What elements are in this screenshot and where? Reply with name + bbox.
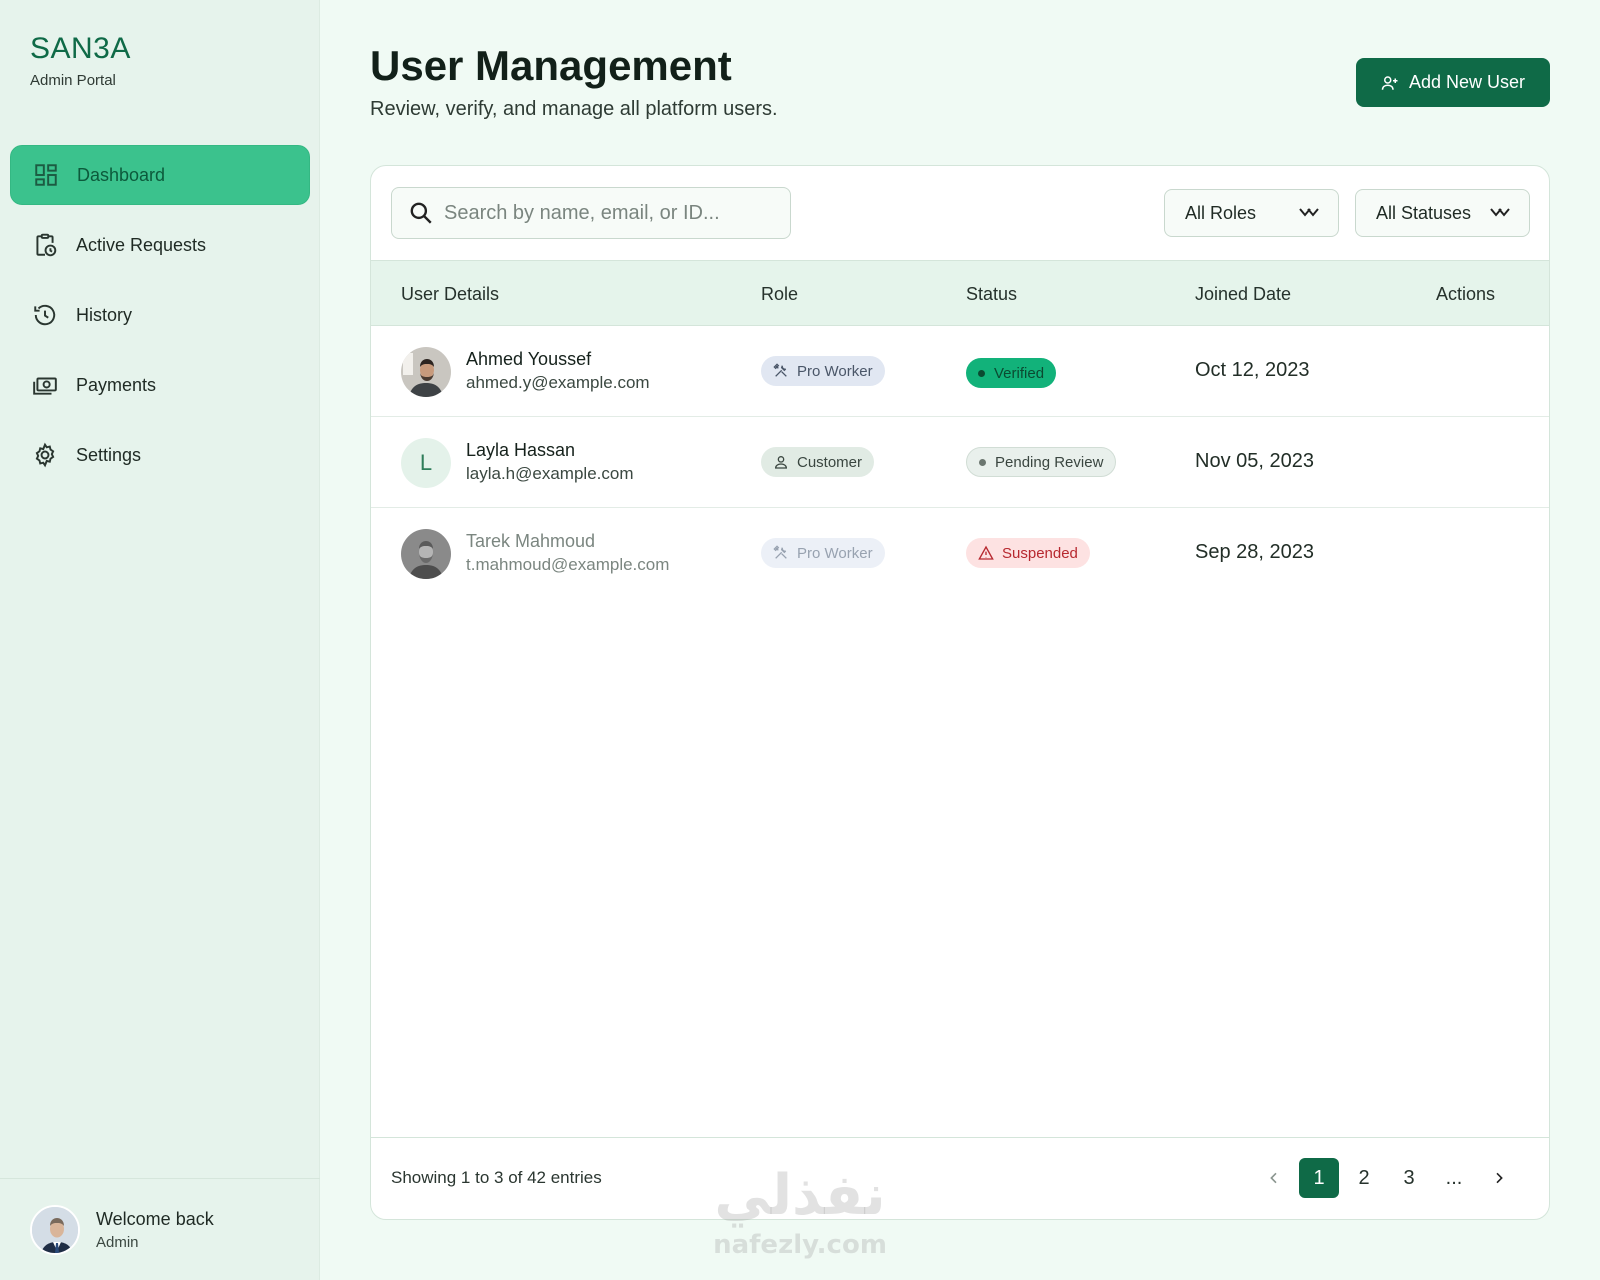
column-status: Status [966,284,1018,304]
user-icon [774,456,788,469]
chevron-down-icon [1490,208,1510,217]
status-badge: Verified [966,358,1057,388]
sidebar-item-label: Payments [76,374,157,395]
role-filter-value: All Roles [1185,202,1257,223]
user-email: ahmed.y@example.com [466,373,650,392]
status-filter-value: All Statuses [1376,202,1472,223]
watermark-latin: nafezly.com [713,1230,887,1260]
user-avatar [401,529,451,579]
pagination: 1 2 3 ... [1249,1158,1519,1198]
role-badge: Pro Worker [761,356,885,386]
users-card: All Roles All Statuses User Details Role… [370,165,1550,1220]
page-title: User Management [370,42,732,89]
joined-date: Oct 12, 2023 [1195,359,1310,381]
column-actions: Actions [1436,284,1496,304]
table-row[interactable]: Tarek Mahmoud t.mahmoud@example.com Pro … [371,508,1549,599]
user-avatar [401,347,451,397]
sidebar: SAN3A Admin Portal Dashboard Active Requ… [0,0,320,1280]
user-name: Ahmed Youssef [466,349,592,369]
clipboard-clock-icon [36,233,57,257]
user-name: Tarek Mahmoud [466,531,596,551]
sidebar-item-label: Settings [76,444,142,465]
gear-icon [35,442,55,468]
chevron-down-icon [1299,208,1319,217]
sidebar-item-label: Dashboard [77,164,166,185]
sidebar-footer: Welcome back Admin [0,1178,320,1280]
tools-icon [773,545,787,559]
welcome-text: Welcome back [96,1208,214,1229]
status-badge: Suspended [966,538,1090,568]
page-button-2[interactable]: 2 [1344,1158,1384,1198]
user-email: layla.h@example.com [466,464,634,483]
sidebar-item-active-requests[interactable]: Active Requests [10,215,310,275]
status-label: Verified [994,364,1045,382]
joined-date: Sep 28, 2023 [1195,541,1314,563]
role-badge: Customer [761,447,875,477]
sidebar-item-history[interactable]: History [10,285,310,345]
search-icon [410,202,432,224]
page-ellipsis: ... [1445,1166,1463,1189]
table-row[interactable]: L Layla Hassan layla.h@example.com Custo… [371,417,1549,508]
sidebar-item-payments[interactable]: Payments [10,355,310,415]
status-label: Suspended [1002,544,1078,562]
search-input[interactable] [444,201,774,225]
add-new-user-button[interactable]: Add New User [1356,58,1550,107]
chevron-right-icon [1496,1172,1503,1184]
role-label: Pro Worker [797,362,873,380]
page-subtitle: Review, verify, and manage all platform … [370,98,778,120]
warning-icon [978,545,994,560]
table-row[interactable]: Ahmed Youssef ahmed.y@example.com Pro Wo… [371,326,1549,417]
status-badge: Pending Review [966,447,1117,477]
table-header: User Details Role Status Joined Date Act… [371,260,1549,326]
brand: SAN3A Admin Portal [30,32,131,89]
role-label: Pro Worker [797,544,873,562]
admin-avatar[interactable] [30,1204,80,1255]
tools-icon [773,363,787,377]
search-box[interactable] [391,187,791,239]
history-icon [34,304,56,326]
add-user-icon [1381,75,1398,90]
role-filter-select[interactable]: All Roles [1164,189,1339,237]
watermark-arabic: نفذلي [714,1163,886,1228]
role-label: Customer [797,453,863,471]
column-joined-date: Joined Date [1195,284,1292,304]
sidebar-item-label: Active Requests [76,234,207,255]
role-badge: Pro Worker [761,538,885,568]
user-role: Admin [96,1233,139,1251]
status-filter-select[interactable]: All Statuses [1355,189,1530,237]
welcome-block: Welcome back Admin [96,1209,214,1251]
add-new-user-label: Add New User [1408,72,1526,92]
sidebar-nav: Dashboard Active Requests History Paymen… [10,145,310,495]
status-dot [978,369,985,377]
joined-date: Nov 05, 2023 [1195,450,1314,472]
sidebar-item-settings[interactable]: Settings [10,425,310,485]
status-dot [979,458,986,466]
user-avatar: L [401,438,451,488]
prev-page-button[interactable] [1254,1158,1294,1198]
page-button-3[interactable]: 3 [1389,1158,1429,1198]
watermark: نفذلي nafezly.com [700,1163,900,1261]
user-email: t.mahmoud@example.com [466,555,670,574]
brand-name: SAN3A [30,32,131,65]
sidebar-item-label: History [76,304,133,325]
payments-icon [33,377,57,395]
chevron-left-icon [1270,1172,1277,1184]
next-page-button[interactable] [1479,1158,1519,1198]
sidebar-item-dashboard[interactable]: Dashboard [10,145,310,205]
column-role: Role [761,284,799,304]
dashboard-grid-icon [35,164,57,186]
brand-subtitle: Admin Portal [30,72,116,89]
table-footer: Showing 1 to 3 of 42 entries 1 2 3 ... [371,1137,1549,1219]
page-button-1[interactable]: 1 [1299,1158,1339,1198]
entries-summary: Showing 1 to 3 of 42 entries [391,1168,602,1187]
column-user-details: User Details [401,284,500,304]
status-label: Pending Review [995,453,1104,471]
user-name: Layla Hassan [466,440,576,460]
